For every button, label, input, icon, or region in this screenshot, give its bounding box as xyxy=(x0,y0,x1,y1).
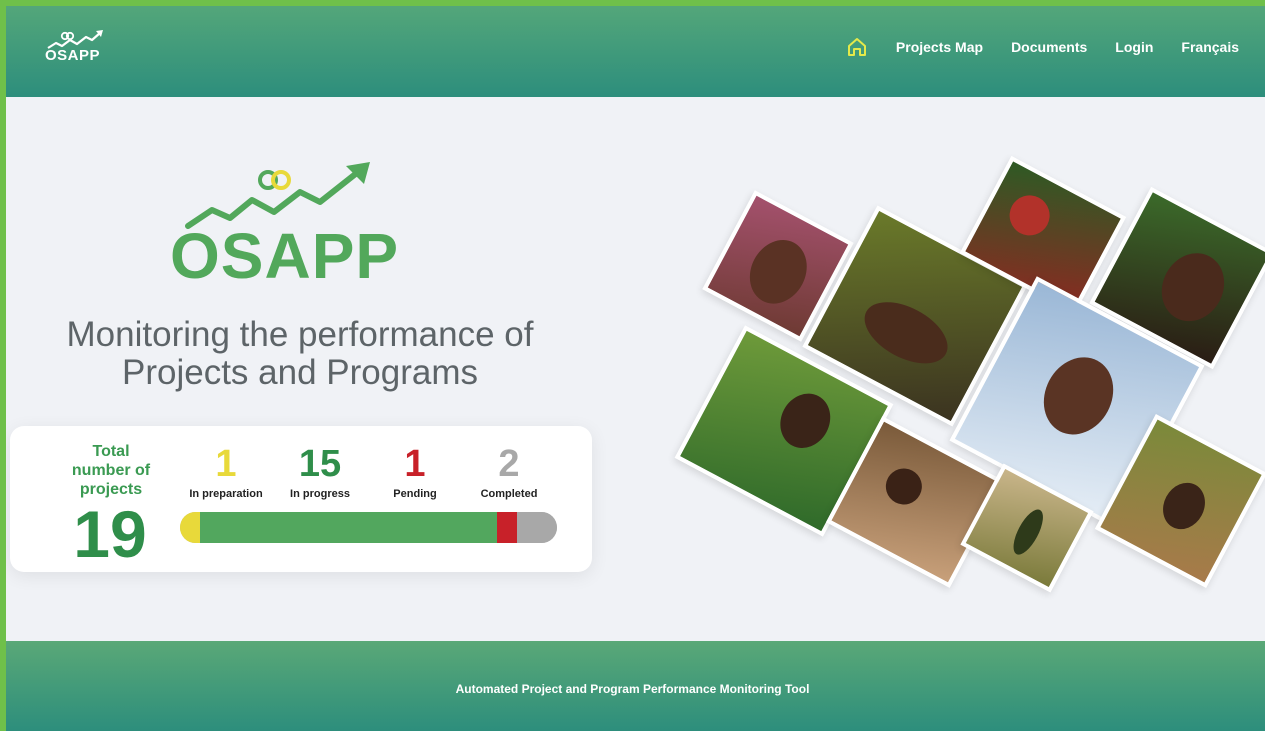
status-progress-bar xyxy=(180,512,557,543)
stat-value: 1 xyxy=(215,443,237,485)
photo-collage xyxy=(670,155,1265,600)
stat-pending: 1 Pending xyxy=(370,444,460,500)
brand-name: OSAPP xyxy=(45,47,101,64)
stat-value: 15 xyxy=(298,443,342,485)
brand-logo[interactable]: OSAPP xyxy=(44,28,108,68)
stat-label: In preparation xyxy=(189,488,263,500)
tagline-line-2: Projects and Programs xyxy=(122,353,478,392)
stat-label: Completed xyxy=(480,488,538,500)
tagline: Monitoring the performance of Projects a… xyxy=(40,316,560,392)
nav-projects-map[interactable]: Projects Map xyxy=(896,39,983,55)
main-nav: Projects Map Documents Login Français xyxy=(846,36,1239,58)
stat-completed: 2 Completed xyxy=(464,444,554,500)
tagline-line-1: Monitoring the performance of xyxy=(66,315,534,354)
stat-label: Pending xyxy=(393,488,437,500)
stat-in-progress: 15 In progress xyxy=(275,444,365,500)
stat-value: 2 xyxy=(498,443,520,485)
nav-login[interactable]: Login xyxy=(1115,39,1153,55)
bar-segment-in-progress xyxy=(199,512,498,543)
total-label: Total number of projects xyxy=(56,442,166,499)
footer-text: Automated Project and Program Performanc… xyxy=(455,682,810,696)
footer: Automated Project and Program Performanc… xyxy=(0,641,1265,731)
bar-segment-completed xyxy=(517,512,557,543)
stat-value: 1 xyxy=(404,443,426,485)
hero-logo-text: OSAPP xyxy=(170,220,400,292)
home-icon[interactable] xyxy=(846,36,868,58)
projects-summary-card: Total number of projects 19 1 In prepara… xyxy=(10,426,592,572)
stat-in-preparation: 1 In preparation xyxy=(181,444,271,500)
total-label-line-2: number of xyxy=(71,462,151,479)
hero-logo: OSAPP xyxy=(170,158,398,290)
nav-language[interactable]: Français xyxy=(1181,39,1239,55)
top-navbar: OSAPP Projects Map Documents Login Franç… xyxy=(0,0,1265,97)
total-label-line-1: Total xyxy=(92,443,130,460)
bar-segment-pending xyxy=(497,512,518,543)
nav-documents[interactable]: Documents xyxy=(1011,39,1087,55)
total-projects-count: 19 xyxy=(73,497,147,571)
bar-segment-in-preparation xyxy=(180,512,200,543)
stat-label: In progress xyxy=(290,488,350,500)
